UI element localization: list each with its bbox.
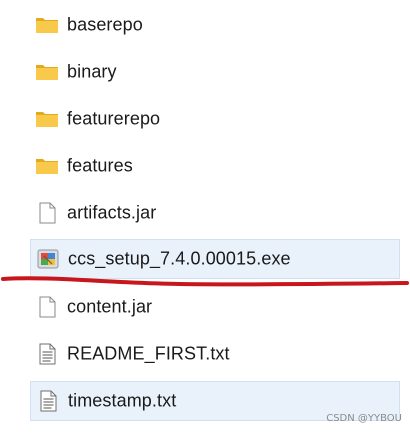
file-name: README_FIRST.txt bbox=[67, 343, 230, 364]
file-name: featurerepo bbox=[67, 108, 161, 129]
text-file-icon bbox=[40, 390, 57, 412]
folder-icon bbox=[36, 159, 58, 174]
file-row-artifacts-jar[interactable]: artifacts.jar bbox=[30, 193, 400, 233]
folder-icon bbox=[36, 18, 58, 33]
file-name: baserepo bbox=[67, 14, 143, 35]
file-row-content-jar[interactable]: content.jar bbox=[30, 287, 400, 327]
file-name: binary bbox=[67, 61, 117, 82]
file-name: timestamp.txt bbox=[68, 390, 177, 411]
file-name: content.jar bbox=[67, 296, 153, 317]
blank-file-icon bbox=[39, 202, 56, 224]
file-row-ccs-setup-exe[interactable]: ccs_setup_7.4.0.00015.exe bbox=[30, 239, 400, 279]
text-file-icon bbox=[39, 343, 56, 365]
file-row-binary[interactable]: binary bbox=[30, 52, 400, 92]
file-row-features[interactable]: features bbox=[30, 146, 400, 186]
file-name: artifacts.jar bbox=[67, 202, 157, 223]
folder-icon bbox=[36, 112, 58, 127]
file-row-baserepo[interactable]: baserepo bbox=[30, 5, 400, 45]
file-row-featurerepo[interactable]: featurerepo bbox=[30, 99, 400, 139]
file-name: features bbox=[67, 155, 133, 176]
file-list: baserepo binary featurerepo features art… bbox=[0, 0, 410, 433]
blank-file-icon bbox=[39, 296, 56, 318]
installer-icon bbox=[37, 249, 59, 269]
folder-icon bbox=[36, 65, 58, 80]
file-row-readme-first[interactable]: README_FIRST.txt bbox=[30, 334, 400, 374]
watermark: CSDN @YYBOU bbox=[326, 413, 402, 424]
file-name: ccs_setup_7.4.0.00015.exe bbox=[68, 248, 291, 269]
